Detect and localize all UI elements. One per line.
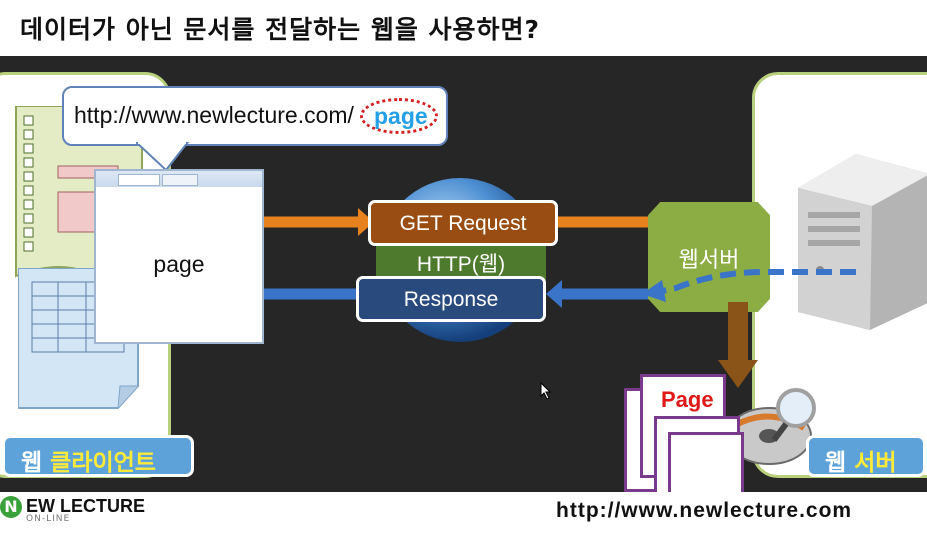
browser-tab	[118, 174, 160, 186]
response-box: Response	[356, 276, 546, 322]
client-label: 웹 클라이언트	[2, 435, 194, 477]
footer-url: http://www.newlecture.com	[556, 499, 853, 522]
diagram-stage: http://www.newlecture.com/ page page GET…	[0, 56, 927, 492]
http-protocol-label: HTTP(웹)	[416, 253, 506, 276]
get-request-box: GET Request	[368, 200, 558, 246]
client-label-highlight: 클라이언트	[50, 450, 156, 476]
page-document	[668, 432, 744, 492]
mouse-cursor-icon	[540, 382, 552, 400]
get-request-label: GET Request	[399, 212, 527, 235]
title-bar: 데이터가 아닌 문서를 전달하는 웹을 사용하면?	[0, 0, 927, 56]
http-protocol-box: HTTP(웹)	[376, 246, 546, 280]
client-label-prefix: 웹	[21, 450, 51, 476]
browser-window: page	[94, 169, 264, 344]
slide-title: 데이터가 아닌 문서를 전달하는 웹을 사용하면?	[20, 15, 541, 44]
logo-subtext: ON-LINE	[26, 514, 71, 524]
browser-tab	[162, 174, 198, 186]
url-page-text: page	[374, 103, 428, 129]
url-page-highlight: page	[360, 98, 438, 134]
page-document-label: Page	[661, 387, 714, 412]
bubble-tail	[136, 142, 190, 172]
server-label-prefix: 웹	[825, 450, 855, 476]
browser-toolbar	[96, 171, 262, 187]
url-bubble: http://www.newlecture.com/ page	[62, 86, 448, 146]
server-label: 웹 서버	[806, 435, 926, 477]
response-label: Response	[403, 288, 499, 311]
url-prefix: http://www.newlecture.com/	[74, 102, 354, 128]
browser-page-label: page	[153, 251, 205, 277]
logo-icon: N	[0, 496, 22, 518]
server-label-highlight: 서버	[854, 450, 897, 476]
